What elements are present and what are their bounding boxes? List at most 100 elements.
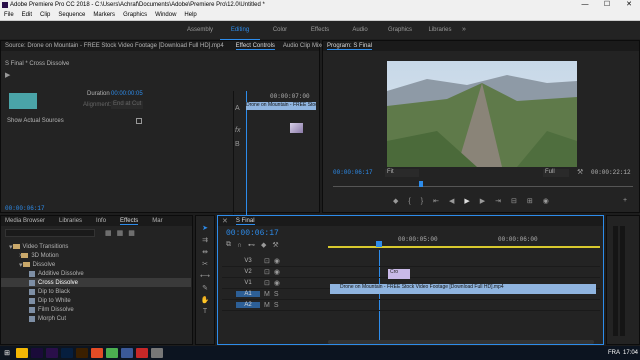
toggle-output-icon[interactable]: ⊡ [264, 279, 270, 287]
v2-transition-clip[interactable]: Cro [388, 269, 410, 279]
app-icon-10[interactable] [150, 348, 163, 358]
duration-value[interactable]: 00:00:00:05 [111, 91, 143, 97]
tree-dip-to-black[interactable]: Dip to Black [1, 287, 191, 296]
illustrator-icon[interactable] [75, 348, 88, 358]
maximize-button[interactable]: ☐ [596, 0, 618, 9]
export-frame-icon[interactable]: ◉ [543, 197, 549, 205]
menu-sequence[interactable]: Sequence [54, 9, 89, 21]
extract-icon[interactable]: ⊞ [527, 197, 533, 205]
toggle-output-icon[interactable]: ⊡ [264, 268, 270, 276]
workspace-assembly[interactable]: Assembly [180, 21, 220, 39]
tree-dip-to-white[interactable]: Dip to White [1, 296, 191, 305]
toggle-output-icon[interactable]: ⊡ [264, 257, 270, 265]
type-tool-icon[interactable]: T [196, 308, 214, 315]
timeline-ruler[interactable]: 00:00:05:00 00:00:06:00 [328, 234, 600, 250]
slip-tool-icon[interactable]: ⟷ [196, 272, 214, 280]
app-icon-8[interactable] [120, 348, 133, 358]
tree-dissolve[interactable]: ▾ Dissolve [1, 260, 191, 269]
program-timecode[interactable]: 00:00:06:17 [333, 169, 373, 176]
solo-icon[interactable]: S [274, 291, 279, 298]
track-select-icon[interactable]: ⇉ [196, 236, 214, 244]
step-forward-icon[interactable]: ▶ [480, 197, 485, 205]
linked-icon[interactable]: ⊷ [248, 241, 255, 249]
close-button[interactable]: ✕ [618, 0, 640, 9]
ripple-edit-icon[interactable]: ⇹ [196, 248, 214, 256]
32bit-icon[interactable]: ▦ [117, 229, 124, 237]
add-button-icon[interactable]: + [623, 197, 627, 204]
wrench-icon[interactable]: ⚒ [577, 168, 583, 176]
work-area-bar[interactable] [328, 246, 600, 248]
menu-file[interactable]: File [0, 9, 18, 21]
add-marker-icon[interactable]: ◆ [261, 241, 266, 249]
workspace-effects[interactable]: Effects [300, 21, 340, 39]
lift-icon[interactable]: ⊟ [511, 197, 517, 205]
effect-clip-bar[interactable]: Drone on Mountain - FREE Stock [246, 102, 316, 110]
tab-program[interactable]: Program: S Final [327, 43, 373, 50]
effects-search-input[interactable] [5, 229, 95, 237]
premiere-icon[interactable] [30, 348, 43, 358]
menu-edit[interactable]: Edit [18, 9, 36, 21]
solo-icon[interactable]: S [274, 302, 279, 309]
go-to-in-icon[interactable]: ⇤ [433, 197, 439, 205]
tab-markers[interactable]: Mar [152, 218, 162, 224]
explorer-icon[interactable] [15, 348, 28, 358]
mark-out-icon[interactable]: } [421, 198, 423, 205]
effect-timecode[interactable]: 00:00:06:17 [5, 205, 45, 212]
tab-effects[interactable]: Effects [120, 218, 139, 225]
tree-additive-dissolve[interactable]: Additive Dissolve [1, 269, 191, 278]
tree-film-dissolve[interactable]: Film Dissolve [1, 305, 191, 314]
step-back-icon[interactable]: ◀ [449, 197, 454, 205]
timeline-timecode[interactable]: 00:00:06:17 [226, 229, 279, 238]
eye-icon[interactable]: ◉ [274, 268, 280, 276]
clock[interactable]: 17:04 [623, 350, 638, 356]
hand-tool-icon[interactable]: ✋ [196, 296, 214, 304]
snap-icon[interactable]: ∩ [237, 242, 242, 249]
tree-video-transitions[interactable]: ▾ Video Transitions [1, 242, 191, 251]
alignment-select[interactable]: End at Cut [111, 101, 143, 109]
quality-select[interactable]: Full [543, 169, 569, 177]
mute-icon[interactable]: M [264, 291, 270, 298]
app-icon-9[interactable] [135, 348, 148, 358]
chrome-icon[interactable] [105, 348, 118, 358]
tab-effect-controls[interactable]: Effect Controls [235, 43, 275, 50]
tab-sequence[interactable]: S Final [235, 218, 255, 225]
start-icon[interactable]: ⊞ [0, 349, 14, 357]
menu-markers[interactable]: Markers [89, 9, 119, 21]
timeline-scrollbar[interactable] [328, 340, 594, 344]
tab-media-browser[interactable]: Media Browser [5, 218, 45, 224]
menu-help[interactable]: Help [180, 9, 200, 21]
workspace-graphics[interactable]: Graphics [380, 21, 420, 39]
program-scrubber[interactable] [333, 183, 633, 187]
go-to-out-icon[interactable]: ⇥ [495, 197, 501, 205]
menu-graphics[interactable]: Graphics [119, 9, 151, 21]
eye-icon[interactable]: ◉ [274, 279, 280, 287]
tree-cross-dissolve[interactable]: Cross Dissolve [1, 278, 191, 287]
pen-tool-icon[interactable]: ✎ [196, 284, 214, 292]
tab-audio-clip-mixer[interactable]: Audio Clip Mixer [283, 43, 327, 49]
eye-icon[interactable]: ◉ [274, 257, 280, 265]
timeline-playhead-head[interactable] [376, 241, 382, 247]
menu-clip[interactable]: Clip [36, 9, 54, 21]
yuv-icon[interactable]: ▦ [128, 229, 135, 237]
media-encoder-icon[interactable] [45, 348, 58, 358]
workspace-libraries[interactable]: Libraries [420, 21, 460, 39]
tab-libraries[interactable]: Libraries [59, 218, 82, 224]
show-sources-checkbox[interactable] [136, 118, 142, 124]
nest-icon[interactable]: ⧉ [226, 241, 231, 249]
close-sequence-icon[interactable]: ✕ [222, 217, 228, 225]
tree-3d-motion[interactable]: › 3D Motion [1, 251, 191, 260]
minimize-button[interactable]: — [574, 0, 596, 9]
more-workspaces-icon[interactable]: » [458, 21, 470, 39]
marker-icon[interactable]: ◆ [393, 197, 398, 205]
language-indicator[interactable]: FRA [608, 350, 620, 356]
tab-info[interactable]: Info [96, 218, 106, 224]
workspace-color[interactable]: Color [260, 21, 300, 39]
program-playhead[interactable] [419, 181, 423, 187]
razor-tool-icon[interactable]: ✂ [196, 260, 214, 268]
tab-source[interactable]: Source: Drone on Mountain - FREE Stock V… [5, 43, 224, 49]
play-transition-icon[interactable]: ▶ [5, 71, 10, 79]
tree-morph-cut[interactable]: Morph Cut [1, 314, 191, 323]
photoshop-icon[interactable] [60, 348, 73, 358]
mark-in-icon[interactable]: { [408, 198, 410, 205]
settings-wrench-icon[interactable]: ⚒ [272, 241, 278, 249]
